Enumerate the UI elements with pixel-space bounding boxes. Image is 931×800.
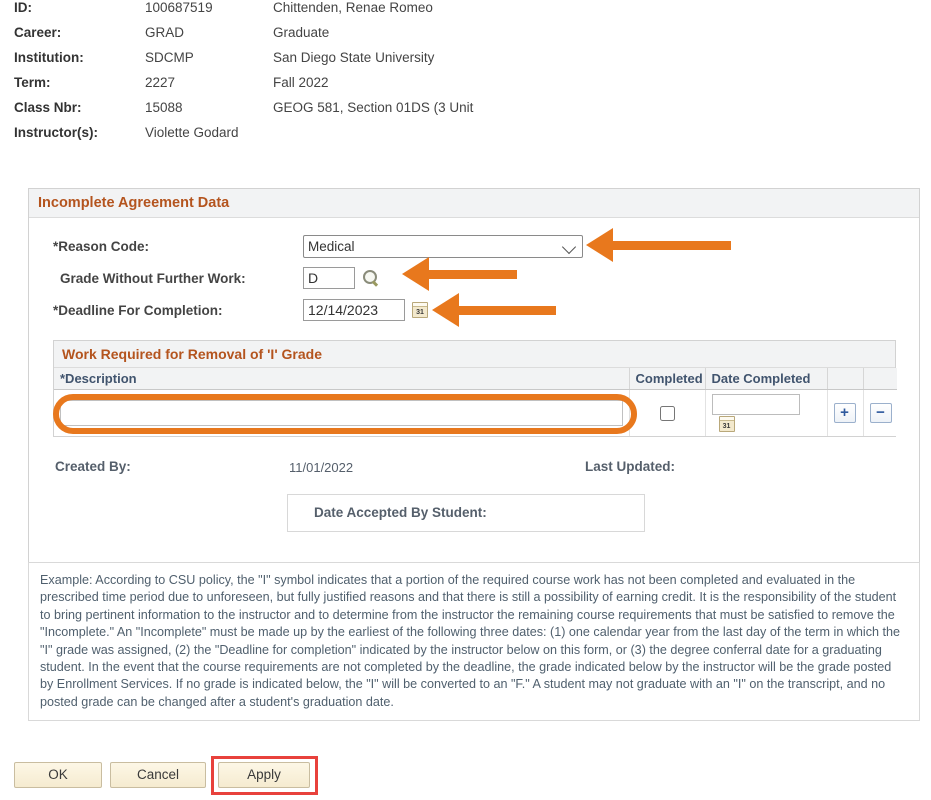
- work-grid-title: Work Required for Removal of 'I' Grade: [54, 341, 895, 368]
- cell-completed: [629, 389, 706, 436]
- deadline-row: *Deadline For Completion: 31: [41, 294, 907, 326]
- info-row-career: Career: GRAD Graduate: [0, 25, 931, 50]
- last-updated-label: Last Updated:: [585, 458, 676, 474]
- description-cell-inner: [53, 393, 637, 434]
- example-policy-text: Example: According to CSU policy, the "I…: [40, 573, 901, 709]
- calendar-day-glyph: 31: [416, 309, 424, 316]
- grade-without-work-input[interactable]: [303, 267, 355, 289]
- cancel-button[interactable]: Cancel: [110, 762, 206, 788]
- date-completed-input[interactable]: [711, 394, 800, 415]
- info-label: Instructor(s):: [14, 125, 98, 140]
- reason-code-select[interactable]: Medical: [303, 234, 583, 258]
- grade-lookup-icon[interactable]: [362, 269, 380, 287]
- magnifier-handle: [372, 280, 379, 287]
- info-row-class-nbr: Class Nbr: 15088 GEOG 581, Section 01DS …: [0, 100, 931, 125]
- example-policy-panel: Example: According to CSU policy, the "I…: [28, 562, 920, 722]
- reason-code-label: *Reason Code:: [53, 238, 150, 254]
- info-label: Term:: [14, 75, 51, 90]
- deadline-calendar-icon[interactable]: 31: [412, 302, 428, 318]
- info-label: Class Nbr:: [14, 100, 82, 115]
- info-code: Violette Godard: [145, 125, 239, 140]
- info-description: Fall 2022: [273, 75, 329, 90]
- table-row: 31 + −: [53, 389, 897, 436]
- date-accepted-by-student-box: Date Accepted By Student:: [287, 493, 645, 532]
- info-label: Institution:: [14, 50, 84, 65]
- info-description: San Diego State University: [273, 50, 435, 65]
- panel-title: Incomplete Agreement Data: [29, 189, 919, 218]
- info-code: 15088: [145, 100, 183, 115]
- calendar-day-glyph: 31: [722, 422, 731, 430]
- info-code: 2227: [145, 75, 176, 90]
- remove-row-button[interactable]: −: [869, 402, 892, 423]
- cell-remove-row: −: [863, 389, 897, 436]
- reason-code-row: *Reason Code: Medical: [41, 230, 907, 262]
- cell-add-row: +: [827, 389, 864, 436]
- grade-without-work-label: Grade Without Further Work:: [60, 270, 246, 286]
- incomplete-agreement-panel: Incomplete Agreement Data *Reason Code: …: [28, 188, 920, 574]
- ok-button[interactable]: OK: [14, 762, 102, 788]
- work-required-table: *Description Completed Date Completed 31…: [53, 368, 897, 436]
- description-input[interactable]: [60, 399, 623, 426]
- deadline-label: *Deadline For Completion:: [53, 302, 223, 318]
- info-row-term: Term: 2227 Fall 2022: [0, 75, 931, 100]
- panel-body: *Reason Code: Medical Grade Without Furt…: [29, 218, 919, 573]
- deadline-input[interactable]: [303, 299, 405, 321]
- info-description: Graduate: [273, 25, 330, 40]
- column-header-completed: Completed: [629, 368, 706, 390]
- created-by-value: 11/01/2022: [289, 459, 354, 475]
- column-header-description: *Description: [54, 368, 630, 390]
- cell-description: [53, 389, 637, 436]
- grade-without-work-row: Grade Without Further Work:: [41, 262, 907, 294]
- info-description: Chittenden, Renae Romeo: [273, 0, 433, 15]
- column-header-remove: [863, 368, 897, 390]
- info-description: GEOG 581, Section 01DS (3 Unit: [273, 100, 474, 115]
- student-info-block: ID: 100687519 Chittenden, Renae Romeo Ca…: [0, 0, 931, 150]
- date-accepted-by-student-label: Date Accepted By Student:: [314, 504, 487, 520]
- reason-code-select-wrap: Medical: [303, 234, 583, 258]
- cell-date-completed: 31: [705, 389, 828, 436]
- info-label: Career:: [14, 25, 62, 40]
- footer-button-bar: OK Cancel Apply: [0, 756, 931, 800]
- info-label: ID:: [14, 0, 32, 15]
- work-required-grid: Work Required for Removal of 'I' Grade *…: [53, 340, 897, 437]
- created-by-label: Created By:: [55, 458, 131, 474]
- column-header-date-completed: Date Completed: [705, 368, 828, 390]
- column-header-add: [827, 368, 864, 390]
- created-updated-section: Created By: 11/01/2022 Last Updated: Dat…: [41, 459, 907, 559]
- info-row-institution: Institution: SDCMP San Diego State Unive…: [0, 50, 931, 75]
- info-code: SDCMP: [145, 50, 194, 65]
- info-row-instructors: Instructor(s): Violette Godard: [0, 125, 931, 150]
- completed-checkbox[interactable]: [659, 405, 675, 421]
- add-row-button[interactable]: +: [833, 402, 856, 423]
- date-completed-calendar-icon[interactable]: 31: [718, 415, 735, 432]
- table-header-row: *Description Completed Date Completed: [54, 368, 897, 390]
- info-code: 100687519: [145, 0, 213, 15]
- info-row-id: ID: 100687519 Chittenden, Renae Romeo: [0, 0, 931, 25]
- info-code: GRAD: [145, 25, 185, 40]
- apply-button[interactable]: Apply: [218, 762, 310, 788]
